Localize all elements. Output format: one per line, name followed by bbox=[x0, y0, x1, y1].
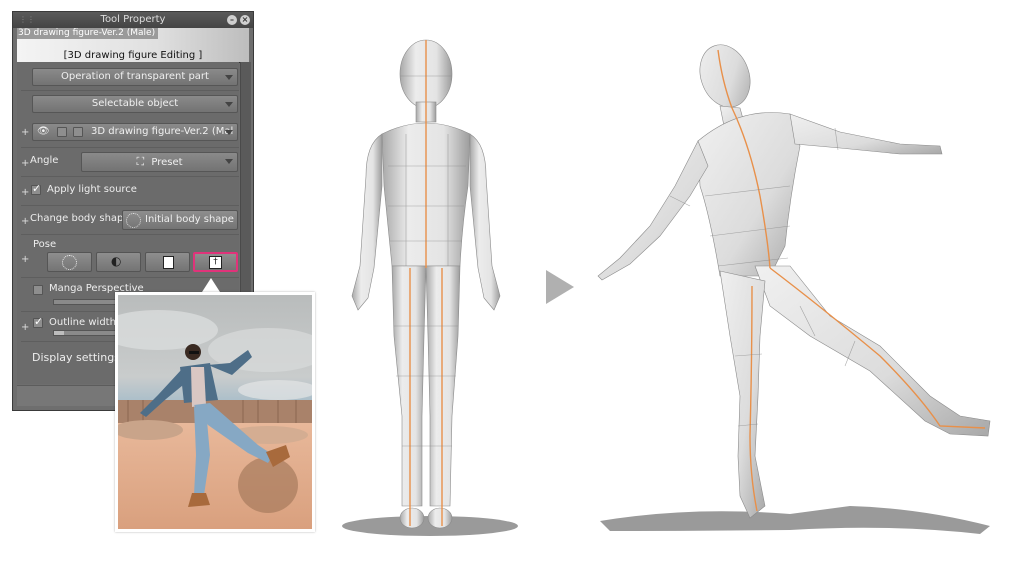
figure-left-leg bbox=[425, 265, 461, 507]
transition-arrow-icon bbox=[546, 270, 574, 304]
expand-icon[interactable]: + bbox=[21, 217, 29, 227]
body-shape-icon bbox=[126, 213, 141, 228]
figure-left-arm bbox=[789, 113, 943, 155]
expand-icon[interactable]: + bbox=[21, 255, 29, 265]
chevron-down-icon bbox=[225, 130, 233, 135]
figure-torso bbox=[697, 112, 801, 277]
apply-light-label: Apply light source bbox=[47, 184, 137, 195]
subtool-header: 3D drawing figure-Ver.2 (Male) [3D drawi… bbox=[17, 28, 249, 63]
figure-left-foot bbox=[427, 507, 453, 529]
transparent-part-dropdown[interactable]: Operation of transparent part bbox=[32, 68, 238, 86]
outline-width-checkbox[interactable] bbox=[33, 315, 43, 328]
expand-icon[interactable]: + bbox=[21, 159, 29, 169]
slider-thumb[interactable] bbox=[54, 331, 64, 335]
panel-titlebar[interactable]: ⋮⋮ Tool Property – × bbox=[13, 12, 253, 28]
expand-icon[interactable]: + bbox=[21, 188, 29, 198]
figure-left-arm bbox=[469, 133, 501, 311]
angle-preset-dropdown[interactable]: ⛶ Preset bbox=[81, 152, 238, 172]
chevron-down-icon bbox=[225, 159, 233, 164]
divider bbox=[21, 205, 239, 206]
initial-body-shape-button[interactable]: Initial body shape bbox=[122, 210, 238, 230]
object-select[interactable]: 👁 3D drawing figure-Ver.2 (Mal bbox=[32, 123, 238, 141]
minimize-icon[interactable]: – bbox=[227, 15, 237, 25]
object-name: 3D drawing figure-Ver.2 (Mal bbox=[91, 126, 234, 137]
eye-icon[interactable]: 👁 bbox=[37, 124, 50, 140]
figure-right-foot bbox=[399, 507, 425, 529]
figure-right-arm bbox=[351, 133, 383, 311]
figure-right-arm bbox=[597, 140, 709, 281]
angle-preset-label: Preset bbox=[151, 157, 183, 168]
subtool-name: 3D drawing figure-Ver.2 (Male) bbox=[17, 28, 159, 39]
transparent-part-label: Operation of transparent part bbox=[61, 71, 209, 82]
divider bbox=[21, 176, 239, 177]
expand-icon[interactable]: + bbox=[21, 128, 29, 138]
lock-checkbox[interactable] bbox=[57, 127, 67, 137]
panel-title: Tool Property bbox=[100, 14, 166, 25]
figure-standing-leg bbox=[719, 270, 766, 519]
flip-pose-icon: ◐ bbox=[111, 254, 122, 268]
angle-label: Angle bbox=[30, 155, 59, 166]
figure-shadow bbox=[600, 506, 990, 534]
expand-icon[interactable]: + bbox=[21, 323, 29, 333]
camera-preset-icon: ⛶ bbox=[136, 155, 145, 168]
close-icon[interactable]: × bbox=[240, 15, 250, 25]
manga-perspective-checkbox[interactable] bbox=[33, 285, 43, 295]
reference-photo bbox=[115, 292, 315, 532]
flip-pose-button[interactable]: ◐ bbox=[96, 252, 141, 272]
visibility-checkbox[interactable] bbox=[73, 127, 83, 137]
initial-pose-button[interactable] bbox=[47, 252, 92, 272]
photo-image bbox=[118, 295, 312, 529]
selectable-object-dropdown[interactable]: Selectable object bbox=[32, 95, 238, 113]
divider bbox=[21, 147, 239, 148]
posed-3d-figure[interactable] bbox=[590, 36, 1000, 546]
body-shape-label: Change body shape bbox=[30, 213, 130, 224]
apply-light-checkbox[interactable] bbox=[31, 182, 41, 195]
grip-icon[interactable]: ⋮⋮ bbox=[19, 16, 35, 24]
initial-pose-icon bbox=[62, 255, 77, 270]
selectable-object-label: Selectable object bbox=[91, 98, 179, 109]
callout-pointer bbox=[202, 278, 220, 292]
chevron-down-icon bbox=[225, 102, 233, 107]
clipboard-icon bbox=[163, 256, 174, 269]
figure-head bbox=[699, 44, 751, 108]
pose-scanner-icon: † bbox=[209, 256, 222, 269]
standing-3d-figure[interactable] bbox=[330, 36, 530, 546]
figure-right-leg bbox=[391, 265, 427, 507]
divider bbox=[21, 234, 239, 235]
editing-label: [3D drawing figure Editing ] bbox=[63, 50, 203, 61]
outline-width-label: Outline width bbox=[49, 317, 116, 328]
pose-label: Pose bbox=[33, 239, 57, 250]
paste-pose-button[interactable] bbox=[145, 252, 190, 272]
divider bbox=[21, 90, 239, 91]
body-shape-button-label: Initial body shape bbox=[145, 214, 234, 225]
chevron-down-icon bbox=[225, 75, 233, 80]
figure-kicking-leg bbox=[754, 265, 991, 437]
pose-scanner-button[interactable]: † bbox=[193, 252, 238, 272]
